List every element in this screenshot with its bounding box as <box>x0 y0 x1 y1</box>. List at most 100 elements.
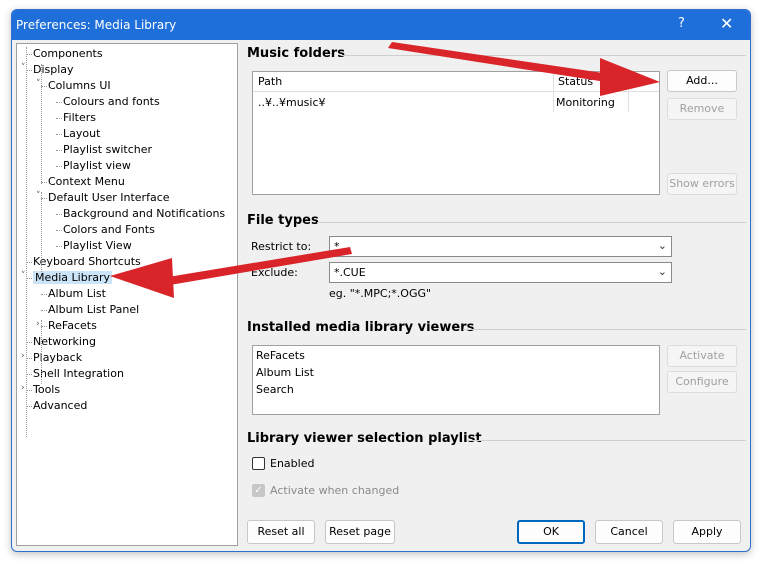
ok-button[interactable]: OK <box>517 520 585 544</box>
exclude-label: Exclude: <box>251 266 298 279</box>
list-item[interactable]: ReFacets <box>256 349 305 362</box>
tree-item-playlist-switcher[interactable]: Playlist switcher <box>63 143 152 157</box>
tree-connector <box>41 294 47 295</box>
restrict-label: Restrict to: <box>251 240 312 253</box>
reset-all-button[interactable]: Reset all <box>247 520 315 544</box>
folder-status[interactable]: Monitoring <box>556 96 615 109</box>
tree-item-refacets[interactable]: ReFacets <box>48 319 97 333</box>
tree-item-colours-and-fonts[interactable]: Colours and fonts <box>63 95 160 109</box>
enabled-checkbox[interactable] <box>252 457 265 470</box>
divider <box>317 222 746 223</box>
tree-item-filters[interactable]: Filters <box>63 111 96 125</box>
show-errors-button[interactable]: Show errors <box>667 173 737 195</box>
tree-connector <box>56 246 62 247</box>
tree-item-keyboard-shortcuts[interactable]: Keyboard Shortcuts <box>33 255 141 269</box>
remove-folder-button[interactable]: Remove <box>667 98 737 120</box>
tree-item-label: Networking <box>33 335 96 348</box>
activate-when-changed-label[interactable]: Activate when changed <box>270 484 399 497</box>
activate-viewer-button[interactable]: Activate <box>667 345 737 367</box>
tree-item-layout[interactable]: Layout <box>63 127 100 141</box>
tree-item-label: Shell Integration <box>33 367 124 380</box>
column-path[interactable]: Path <box>258 75 282 88</box>
divider <box>467 440 746 441</box>
tree-item-label: Layout <box>63 127 101 140</box>
tree-item-background-and-notifications[interactable]: Background and Notifications <box>63 207 225 221</box>
music-folders-heading: Music folders <box>247 46 345 61</box>
chevron-down-icon[interactable]: ˅ <box>21 63 26 73</box>
tree-item-colors-and-fonts[interactable]: Colors and Fonts <box>63 223 155 237</box>
tree-item-label: Tools <box>33 383 61 396</box>
tree-item-album-list-panel[interactable]: Album List Panel <box>48 303 139 317</box>
tree-item-label: Album List Panel <box>48 303 140 316</box>
tree-item-label: Components <box>33 47 103 60</box>
add-folder-button[interactable]: Add... <box>667 70 737 92</box>
activate-when-changed-checkbox[interactable]: ✓ <box>252 484 265 497</box>
restrict-combo[interactable]: * ⌄ <box>329 236 672 257</box>
tree-item-label: Keyboard Shortcuts <box>33 255 141 268</box>
tree-connector <box>56 118 62 119</box>
tree-item-tools[interactable]: Tools <box>33 383 60 397</box>
column-separator <box>628 92 629 112</box>
tree-connector <box>56 230 62 231</box>
media-library-page: Music folders Path Status ..¥..¥music¥ M… <box>245 43 750 548</box>
tree-item-label: Columns UI <box>48 79 111 92</box>
tree-connector <box>56 166 62 167</box>
list-item[interactable]: Search <box>256 383 294 396</box>
chevron-down-icon[interactable]: ˅ <box>36 79 41 89</box>
title-bar: Preferences: Media Library ? ✕ <box>12 10 750 40</box>
viewers-heading: Installed media library viewers <box>247 320 475 335</box>
tree-guide <box>41 320 42 384</box>
chevron-down-icon: ⌄ <box>657 265 667 278</box>
tree-item-album-list[interactable]: Album List <box>48 287 106 301</box>
column-separator <box>628 72 629 92</box>
tree-item-context-menu[interactable]: Context Menu <box>48 175 125 189</box>
tree-item-label: Advanced <box>33 399 88 412</box>
tree-item-shell-integration[interactable]: Shell Integration <box>33 367 124 381</box>
close-icon[interactable]: ✕ <box>720 14 733 33</box>
apply-button[interactable]: Apply <box>673 520 741 544</box>
tree-guide <box>41 192 42 272</box>
list-header: Path Status <box>253 72 659 92</box>
column-status[interactable]: Status <box>558 75 593 88</box>
tree-guide <box>26 47 27 437</box>
reset-page-button[interactable]: Reset page <box>325 520 395 544</box>
cancel-button[interactable]: Cancel <box>595 520 663 544</box>
tree-item-label: Media Library <box>33 271 112 284</box>
tree-connector <box>56 150 62 151</box>
chevron-down-icon[interactable]: ˅ <box>21 271 26 281</box>
tree-item-playlist-view[interactable]: Playlist view <box>63 159 131 173</box>
chevron-right-icon[interactable]: › <box>36 319 40 329</box>
tree-item-columns-ui[interactable]: Columns UI <box>48 79 111 93</box>
tree-item-label: Colors and Fonts <box>63 223 155 236</box>
tree-connector <box>56 134 62 135</box>
folder-path[interactable]: ..¥..¥music¥ <box>258 96 326 109</box>
viewers-list[interactable]: ReFacets Album List Search <box>252 345 660 415</box>
tree-item-advanced[interactable]: Advanced <box>33 399 87 413</box>
tree-connector <box>56 102 62 103</box>
tree-item-label: Album List <box>48 287 106 300</box>
exclude-value: *.CUE <box>334 266 366 279</box>
preferences-tree[interactable]: Components ˅ Display ˅ Columns UI Colours and… <box>16 43 238 546</box>
tree-item-label: Colours and fonts <box>63 95 160 108</box>
selection-playlist-heading: Library viewer selection playlist <box>247 431 482 446</box>
tree-item-components[interactable]: Components <box>33 47 103 61</box>
tree-item-media-library[interactable]: Media Library <box>33 271 112 285</box>
list-item[interactable]: Album List <box>256 366 314 379</box>
file-types-heading: File types <box>247 213 319 228</box>
music-folders-list[interactable]: Path Status ..¥..¥music¥ Monitoring <box>252 71 660 195</box>
tree-item-label: Display <box>33 63 74 76</box>
column-separator <box>553 72 554 92</box>
tree-item-networking[interactable]: Networking <box>33 335 96 349</box>
tree-item-label: Context Menu <box>48 175 125 188</box>
tree-item-default-user-interface[interactable]: Default User Interface <box>48 191 170 205</box>
configure-viewer-button[interactable]: Configure <box>667 371 737 393</box>
help-icon[interactable]: ? <box>678 16 685 31</box>
chevron-right-icon[interactable]: › <box>21 383 25 393</box>
enabled-label[interactable]: Enabled <box>270 457 314 470</box>
exclude-combo[interactable]: *.CUE ⌄ <box>329 262 672 283</box>
chevron-down-icon[interactable]: ˅ <box>36 191 41 201</box>
tree-item-playlist-view[interactable]: Playlist View <box>63 239 132 253</box>
tree-item-display[interactable]: Display <box>33 63 74 77</box>
chevron-right-icon[interactable]: › <box>21 351 25 361</box>
column-separator <box>553 92 554 112</box>
